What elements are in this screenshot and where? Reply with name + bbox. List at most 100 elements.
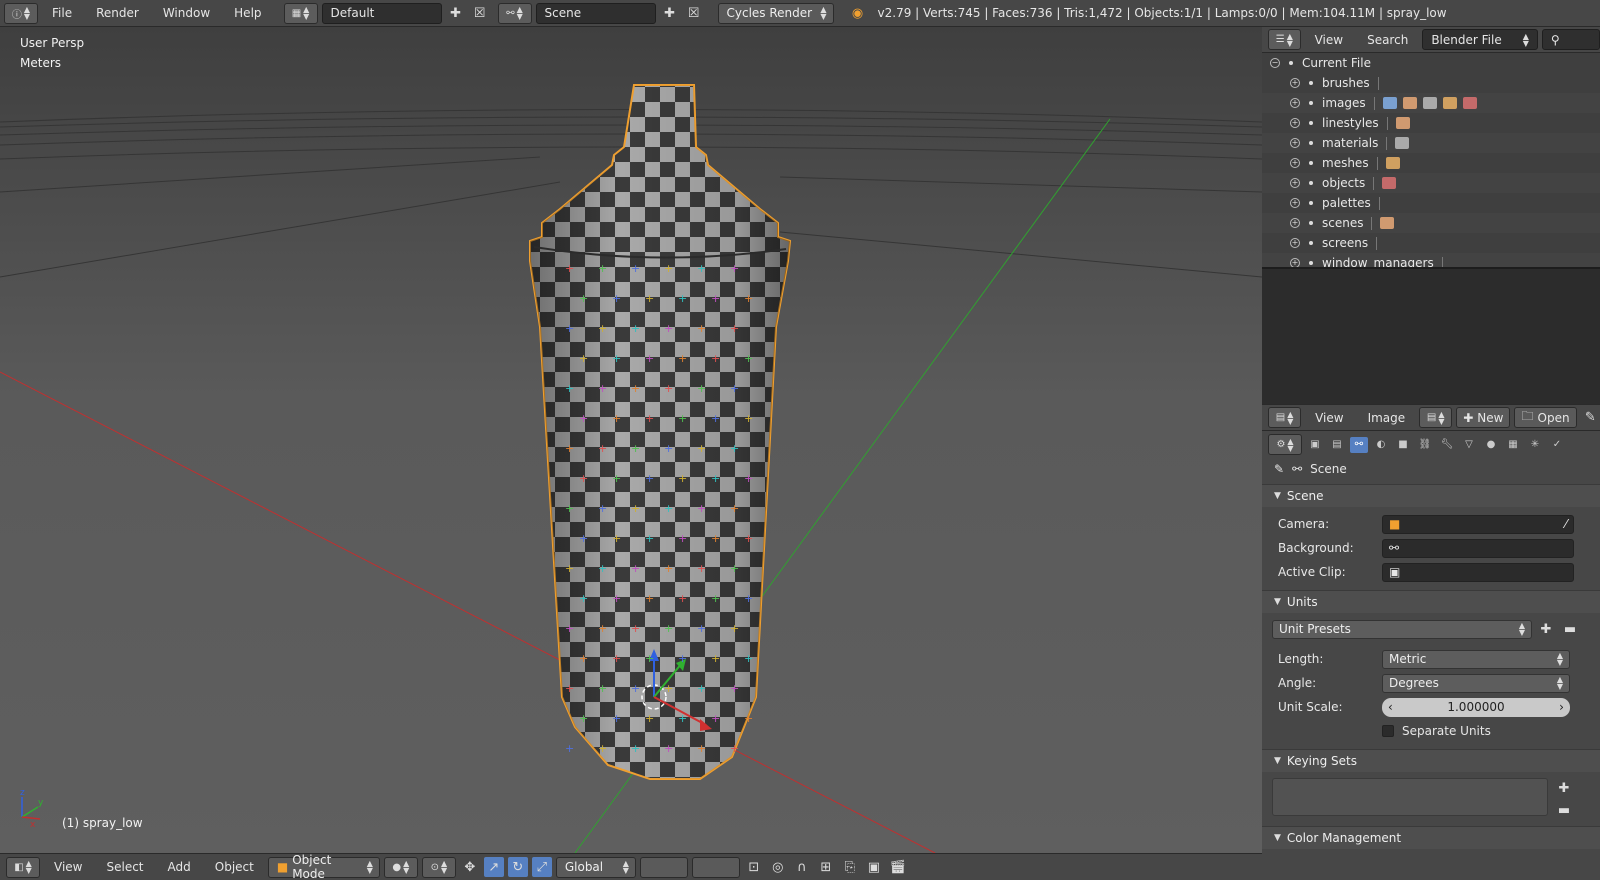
camera-icon[interactable]: ▣ — [864, 857, 884, 877]
object-tab-icon[interactable]: ■ — [1394, 437, 1412, 453]
menu-add[interactable]: Add — [158, 856, 201, 878]
keying-sets-list[interactable] — [1272, 778, 1548, 816]
expand-icon[interactable]: + — [1290, 198, 1300, 208]
outliner-item-scenes[interactable]: + scenes — [1262, 213, 1600, 233]
expand-icon[interactable]: + — [1290, 178, 1300, 188]
image-menu-image[interactable]: Image — [1358, 407, 1416, 429]
expand-icon[interactable]: + — [1290, 98, 1300, 108]
editor-type-selector-3d[interactable]: ◧ ▲ ▼ — [6, 856, 40, 878]
modifiers-tab-icon[interactable]: 🔧︎ — [1438, 437, 1456, 453]
datablock-icon[interactable] — [1395, 137, 1410, 149]
active-clip-field[interactable]: ▣ — [1382, 562, 1574, 582]
decrement-arrow-icon[interactable]: ‹ — [1388, 700, 1393, 714]
layout-selector[interactable]: ▦ ▲ ▼ — [283, 2, 318, 24]
material-tab-icon[interactable]: ● — [1482, 437, 1500, 453]
3d-viewport[interactable]: z y x + + + + + + + + + + + + + + + + + + + + + + + + + + + + + + + + + +… — [0, 27, 1262, 853]
display-mode-dropdown[interactable]: Blender File ▲ ▼ — [1422, 29, 1538, 50]
datablock-icon[interactable] — [1385, 157, 1400, 169]
snap-magnet-icon[interactable]: ∩ — [792, 857, 812, 877]
editor-type-selector-properties[interactable]: ⚙ ▲ ▼ — [1268, 434, 1302, 455]
data-tab-icon[interactable]: ▽ — [1460, 437, 1478, 453]
panel-units-header[interactable]: ▼ Units — [1262, 590, 1600, 613]
menu-render[interactable]: Render — [86, 2, 149, 24]
orientation-dropdown[interactable]: Global ▲ ▼ — [555, 856, 636, 878]
new-image-button[interactable]: ✚ New — [1456, 407, 1511, 428]
translate-icon[interactable]: ↗ — [483, 857, 504, 877]
angle-dropdown[interactable]: Degrees ▲ ▼ — [1382, 673, 1570, 693]
datablock-icon[interactable] — [1402, 97, 1417, 109]
tree-root[interactable]: − Current File — [1262, 53, 1600, 73]
panel-scene-header[interactable]: ▼ Scene — [1262, 484, 1600, 507]
eyedropper-icon[interactable]: ⁄ — [1565, 517, 1567, 531]
length-dropdown[interactable]: Metric ▲ ▼ — [1382, 649, 1570, 669]
increment-arrow-icon[interactable]: › — [1559, 700, 1564, 714]
physics-tab-icon[interactable]: ✓ — [1548, 437, 1566, 453]
scene-tab-icon[interactable]: ⚯ — [1350, 436, 1368, 453]
render-layers-tab-icon[interactable]: ▤ — [1328, 437, 1346, 453]
outliner-item-brushes[interactable]: + brushes — [1262, 73, 1600, 93]
snap-target-icon[interactable]: ⊞ — [816, 857, 836, 877]
expand-icon[interactable]: + — [1290, 118, 1300, 128]
editor-type-selector[interactable]: ⓘ ▲ ▼ — [4, 2, 38, 24]
proportional-edit-icon[interactable]: ◎ — [768, 857, 788, 877]
datablock-icon[interactable] — [1422, 97, 1437, 109]
outliner-item-window-managers[interactable]: + window_managers — [1262, 253, 1600, 267]
panel-keying-sets-header[interactable]: ▼ Keying Sets — [1262, 749, 1600, 772]
pin-icon[interactable]: ✎ — [1581, 408, 1600, 428]
remove-keying-set-icon[interactable]: ▬ — [1554, 800, 1574, 820]
background-field[interactable]: ⚯ — [1382, 538, 1574, 558]
layout-name-field[interactable]: Default — [321, 2, 442, 24]
outliner-item-images[interactable]: + images — [1262, 93, 1600, 113]
clapperboard-icon[interactable]: 🎬︎ — [888, 857, 908, 877]
collapse-icon[interactable]: − — [1270, 58, 1280, 68]
outliner-menu-view[interactable]: View — [1305, 29, 1353, 51]
menu-select[interactable]: Select — [96, 856, 153, 878]
expand-icon[interactable]: + — [1290, 258, 1300, 267]
datablock-icon[interactable] — [1442, 97, 1457, 109]
menu-window[interactable]: Window — [153, 2, 220, 24]
layer-buttons-b[interactable] — [691, 856, 740, 878]
delete-scene-icon[interactable]: ☒ — [684, 3, 704, 23]
opengl-render-icon[interactable]: ⎘ — [840, 857, 860, 877]
datablock-icon[interactable] — [1395, 117, 1410, 129]
expand-icon[interactable]: + — [1290, 238, 1300, 248]
mode-dropdown[interactable]: ■ Object Mode ▲ ▼ — [267, 853, 380, 880]
pivot-selector[interactable]: ⊙ ▲ ▼ — [421, 856, 456, 878]
menu-object[interactable]: Object — [205, 856, 264, 878]
menu-file[interactable]: File — [42, 2, 82, 24]
rotate-icon[interactable]: ↻ — [507, 857, 528, 877]
outliner-item-screens[interactable]: + screens — [1262, 233, 1600, 253]
scale-icon[interactable]: ⤢ — [531, 857, 552, 877]
expand-icon[interactable]: + — [1290, 158, 1300, 168]
open-image-button[interactable]: 🗀︎ Open — [1514, 407, 1577, 428]
unit-scale-field[interactable]: ‹ 1.000000 › — [1382, 697, 1570, 717]
render-tab-icon[interactable]: ▣ — [1306, 437, 1324, 453]
outliner-menu-search[interactable]: Search — [1357, 29, 1418, 51]
datablock-icon[interactable] — [1382, 97, 1397, 109]
scene-selector[interactable]: ⚯ ▲ ▼ — [497, 2, 532, 24]
outliner-item-materials[interactable]: + materials — [1262, 133, 1600, 153]
lock-layers-icon[interactable]: ⊡ — [744, 857, 764, 877]
datablock-icon[interactable] — [1382, 177, 1397, 189]
viewport-scene[interactable]: z y x + + + + + + + + + + + + + + + + + + + + + + + + + + + + + + + + + +… — [0, 27, 1262, 853]
editor-type-selector-image[interactable]: ▤ ▲ ▼ — [1268, 407, 1302, 428]
editor-type-selector-outliner[interactable]: ☰ ▲ ▼ — [1268, 29, 1301, 50]
add-scene-icon[interactable]: ✚ — [660, 3, 680, 23]
layer-buttons-a[interactable] — [639, 856, 688, 878]
outliner-item-meshes[interactable]: + meshes — [1262, 153, 1600, 173]
spray-can-mesh[interactable] — [529, 84, 792, 780]
datablock-icon[interactable] — [1462, 97, 1477, 109]
add-layout-icon[interactable]: ✚ — [446, 3, 466, 23]
world-tab-icon[interactable]: ◐ — [1372, 437, 1390, 453]
constraints-tab-icon[interactable]: ⛓ — [1416, 437, 1434, 453]
texture-tab-icon[interactable]: ▦ — [1504, 437, 1522, 453]
expand-icon[interactable]: + — [1290, 138, 1300, 148]
shading-selector[interactable]: ● ▲ ▼ — [383, 856, 418, 878]
outliner-search-field[interactable]: ⚲ — [1541, 29, 1600, 50]
add-preset-icon[interactable]: ✚ — [1536, 619, 1556, 639]
outliner-item-linestyles[interactable]: + linestyles — [1262, 113, 1600, 133]
render-engine-dropdown[interactable]: Cycles Render ▲ ▼ — [717, 2, 834, 24]
add-keying-set-icon[interactable]: ✚ — [1554, 778, 1574, 798]
image-browse-selector[interactable]: ▤ ▲ ▼ — [1419, 407, 1453, 428]
particles-tab-icon[interactable]: ✳ — [1526, 437, 1544, 453]
